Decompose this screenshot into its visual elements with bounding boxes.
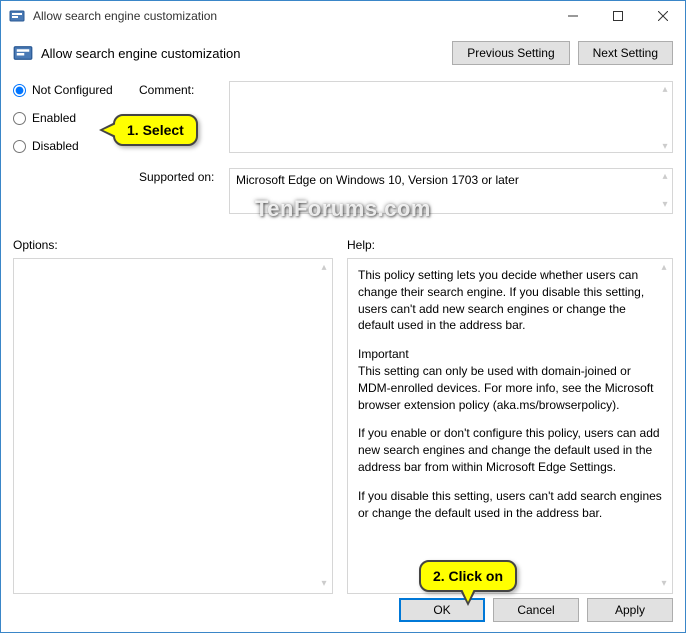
radio-disabled-label: Disabled bbox=[32, 139, 79, 153]
dialog-footer: OK Cancel Apply bbox=[1, 588, 685, 632]
help-panel: This policy setting lets you decide whet… bbox=[347, 258, 673, 594]
comment-textarea[interactable] bbox=[229, 81, 673, 153]
radio-not-configured[interactable]: Not Configured bbox=[13, 83, 139, 97]
dialog-window: Allow search engine customization Allow … bbox=[0, 0, 686, 633]
annotation-click: 2. Click on bbox=[419, 560, 517, 592]
radio-enabled-input[interactable] bbox=[13, 112, 26, 125]
window-controls bbox=[550, 1, 685, 31]
radio-not-configured-input[interactable] bbox=[13, 84, 26, 97]
next-setting-button[interactable]: Next Setting bbox=[578, 41, 673, 65]
close-button[interactable] bbox=[640, 1, 685, 31]
window-title: Allow search engine customization bbox=[33, 9, 550, 23]
apply-button[interactable]: Apply bbox=[587, 598, 673, 622]
maximize-button[interactable] bbox=[595, 1, 640, 31]
help-text: This policy setting lets you decide whet… bbox=[358, 267, 662, 334]
minimize-button[interactable] bbox=[550, 1, 595, 31]
policy-title: Allow search engine customization bbox=[41, 46, 452, 61]
annotation-select: 1. Select bbox=[113, 114, 198, 146]
supported-on-text: Microsoft Edge on Windows 10, Version 17… bbox=[229, 168, 673, 214]
dialog-content: Allow search engine customization Previo… bbox=[1, 31, 685, 604]
help-text: If you disable this setting, users can't… bbox=[358, 488, 662, 522]
previous-setting-button[interactable]: Previous Setting bbox=[452, 41, 569, 65]
app-icon bbox=[9, 8, 25, 24]
help-label: Help: bbox=[347, 238, 673, 252]
radio-not-configured-label: Not Configured bbox=[32, 83, 113, 97]
scroll-up-icon: ▴ bbox=[318, 263, 330, 273]
options-label: Options: bbox=[13, 238, 333, 252]
supported-on-label: Supported on: bbox=[139, 168, 229, 214]
options-panel: ▴▾ bbox=[13, 258, 333, 594]
titlebar[interactable]: Allow search engine customization bbox=[1, 1, 685, 31]
help-text: ImportantThis setting can only be used w… bbox=[358, 346, 662, 413]
radio-enabled-label: Enabled bbox=[32, 111, 76, 125]
help-text: If you enable or don't configure this po… bbox=[358, 425, 662, 475]
radio-disabled-input[interactable] bbox=[13, 140, 26, 153]
policy-icon bbox=[13, 43, 33, 63]
cancel-button[interactable]: Cancel bbox=[493, 598, 579, 622]
